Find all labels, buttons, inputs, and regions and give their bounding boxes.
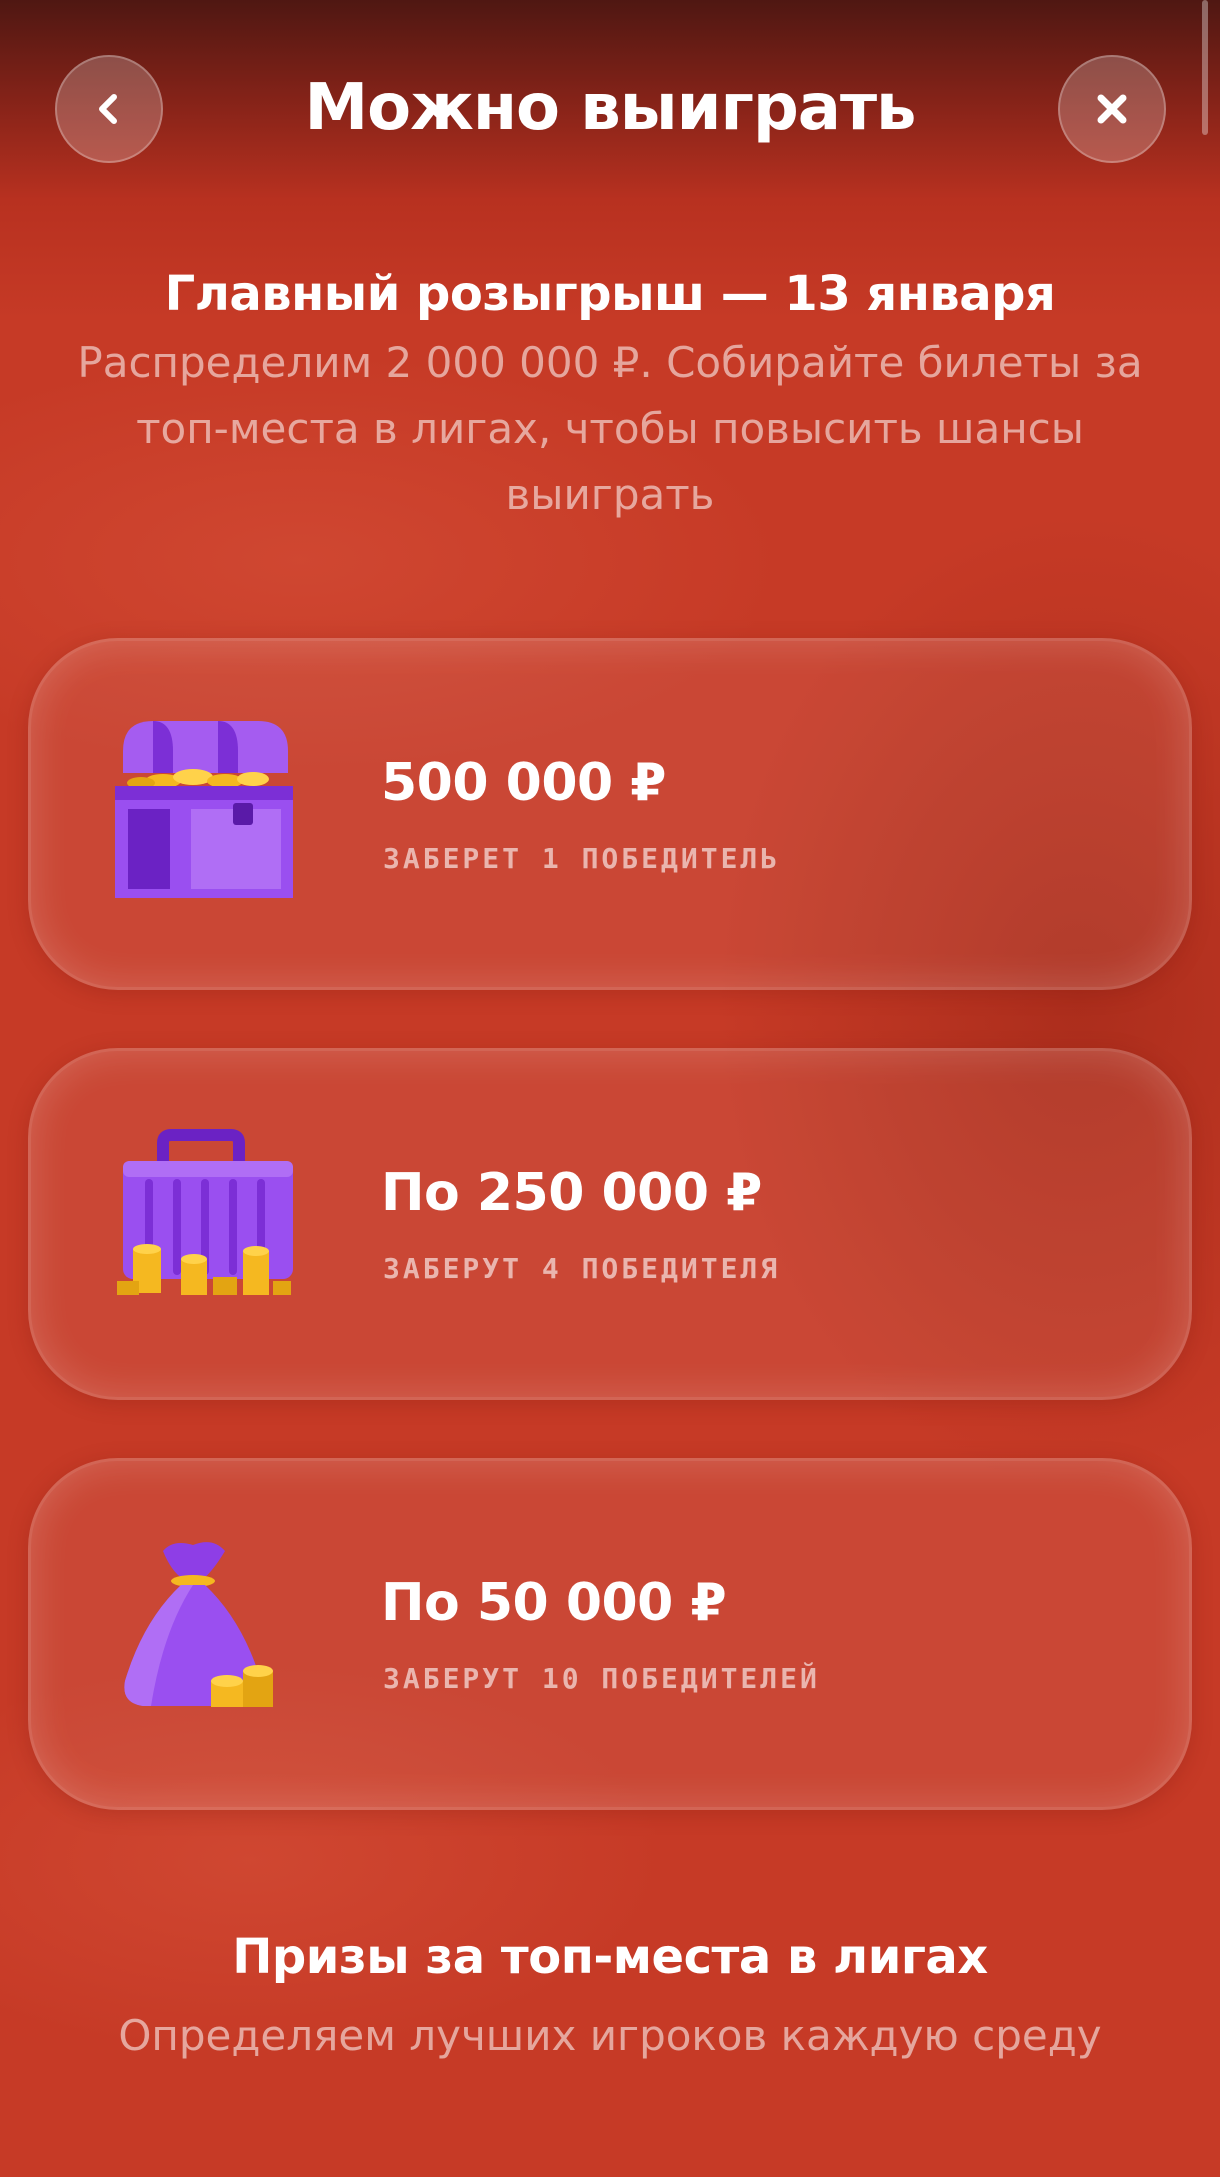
prize-card-grand: 500 000 ₽ ЗАБЕРЕТ 1 ПОБЕДИТЕЛЬ [28, 638, 1192, 990]
prize-card-third: По 50 000 ₽ ЗАБЕРУТ 10 ПОБЕДИТЕЛЕЙ [28, 1458, 1192, 1810]
prize-winners-count: ЗАБЕРУТ 4 ПОБЕДИТЕЛЯ [383, 1252, 781, 1285]
money-case-icon [117, 1129, 293, 1295]
prize-list: 500 000 ₽ ЗАБЕРЕТ 1 ПОБЕДИТЕЛЬ По 250 00… [28, 638, 1192, 1868]
league-prizes-title: Призы за топ-места в лигах [232, 1929, 988, 1985]
league-prizes-section: Призы за топ-места в лигах Определяем лу… [60, 1925, 1160, 2069]
prize-amount: 500 000 ₽ [381, 753, 666, 813]
main-draw-intro: Главный розыгрыш — 13 января Распределим… [60, 262, 1160, 528]
header: Можно выиграть [0, 0, 1220, 220]
main-draw-description: Распределим 2 000 000 ₽. Собирайте билет… [77, 338, 1143, 519]
prize-winners-count: ЗАБЕРУТ 10 ПОБЕДИТЕЛЕЙ [383, 1662, 820, 1695]
close-icon [1097, 94, 1127, 124]
prize-amount: По 50 000 ₽ [381, 1573, 727, 1633]
page-title: Можно выиграть [304, 71, 916, 145]
prize-card-second: По 250 000 ₽ ЗАБЕРУТ 4 ПОБЕДИТЕЛЯ [28, 1048, 1192, 1400]
treasure-chest-icon [115, 721, 293, 898]
main-draw-title: Главный розыгрыш — 13 января [164, 266, 1056, 322]
prize-winners-count: ЗАБЕРЕТ 1 ПОБЕДИТЕЛЬ [383, 842, 781, 875]
prize-amount: По 250 000 ₽ [381, 1163, 762, 1223]
money-bag-icon [124, 1542, 273, 1707]
close-button[interactable] [1058, 55, 1166, 163]
league-prizes-description: Определяем лучших игроков каждую среду [118, 2011, 1102, 2060]
